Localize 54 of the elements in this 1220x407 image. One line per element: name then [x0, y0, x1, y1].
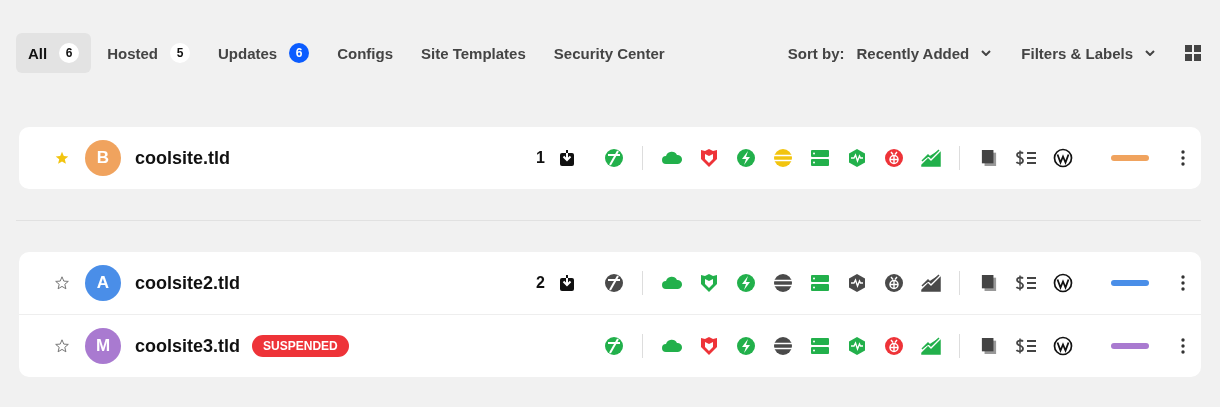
chevron-down-icon [981, 50, 992, 56]
sort-label: Sort by: [787, 44, 845, 62]
download-icon[interactable] [559, 150, 575, 166]
star-icon[interactable] [55, 151, 69, 165]
documents-icon[interactable] [980, 337, 997, 355]
trend-chart-icon[interactable] [919, 272, 942, 294]
more-menu-icon[interactable] [1181, 338, 1185, 354]
site-avatar: B [85, 140, 121, 176]
site-name[interactable]: coolsite3.tld [135, 335, 241, 357]
server-icon[interactable] [808, 147, 831, 169]
chevron-down-icon [1145, 50, 1155, 56]
star-icon[interactable] [55, 276, 69, 290]
filter-tab[interactable]: Hosted 5 [95, 33, 202, 73]
bolt-icon[interactable] [734, 335, 757, 357]
leaf-circle-icon[interactable] [602, 272, 625, 294]
wordpress-icon[interactable] [1052, 148, 1073, 168]
server-icon[interactable] [808, 335, 831, 357]
star-icon[interactable] [55, 339, 69, 353]
bolt-icon[interactable] [734, 147, 757, 169]
bolt-icon[interactable] [734, 272, 757, 294]
server-icon[interactable] [808, 272, 831, 294]
bug-icon[interactable] [882, 147, 905, 169]
more-menu-icon[interactable] [1181, 150, 1185, 166]
count-badge: 5 [170, 43, 190, 63]
site-name[interactable]: coolsite.tld [135, 147, 230, 169]
site-avatar: M [85, 328, 121, 364]
bug-icon[interactable] [882, 272, 905, 294]
bug-icon[interactable] [882, 335, 905, 357]
filter-tab[interactable]: Security Center [541, 34, 677, 72]
site-name[interactable]: coolsite2.tld [135, 272, 241, 294]
count-badge: 6 [59, 43, 80, 63]
count-badge: 6 [289, 43, 310, 63]
billing-list-icon[interactable] [1014, 338, 1037, 354]
download-icon[interactable] [559, 275, 575, 291]
update-count: 2 [536, 274, 545, 292]
billing-list-icon[interactable] [1014, 150, 1037, 166]
striped-circle-icon[interactable] [771, 335, 794, 357]
documents-icon[interactable] [980, 149, 997, 167]
update-count: 1 [536, 149, 545, 167]
status-badge: SUSPENDED [252, 335, 349, 357]
filter-tab[interactable]: Updates 6 [206, 33, 322, 73]
grid-view-icon[interactable] [1185, 45, 1201, 61]
wordpress-icon[interactable] [1052, 336, 1073, 356]
billing-list-icon[interactable] [1014, 275, 1037, 291]
wordpress-icon[interactable] [1052, 273, 1073, 293]
more-menu-icon[interactable] [1181, 275, 1185, 291]
filter-tab[interactable]: All 6 [16, 33, 92, 73]
striped-circle-icon[interactable] [771, 272, 794, 294]
sort-dropdown[interactable]: Recently Added [856, 44, 992, 62]
filter-tab[interactable]: Site Templates [409, 34, 538, 72]
documents-icon[interactable] [980, 274, 997, 292]
filter-tab[interactable]: Configs [325, 34, 406, 72]
site-avatar: A [85, 265, 121, 301]
filters-dropdown[interactable]: Filters & Labels [1021, 44, 1155, 62]
